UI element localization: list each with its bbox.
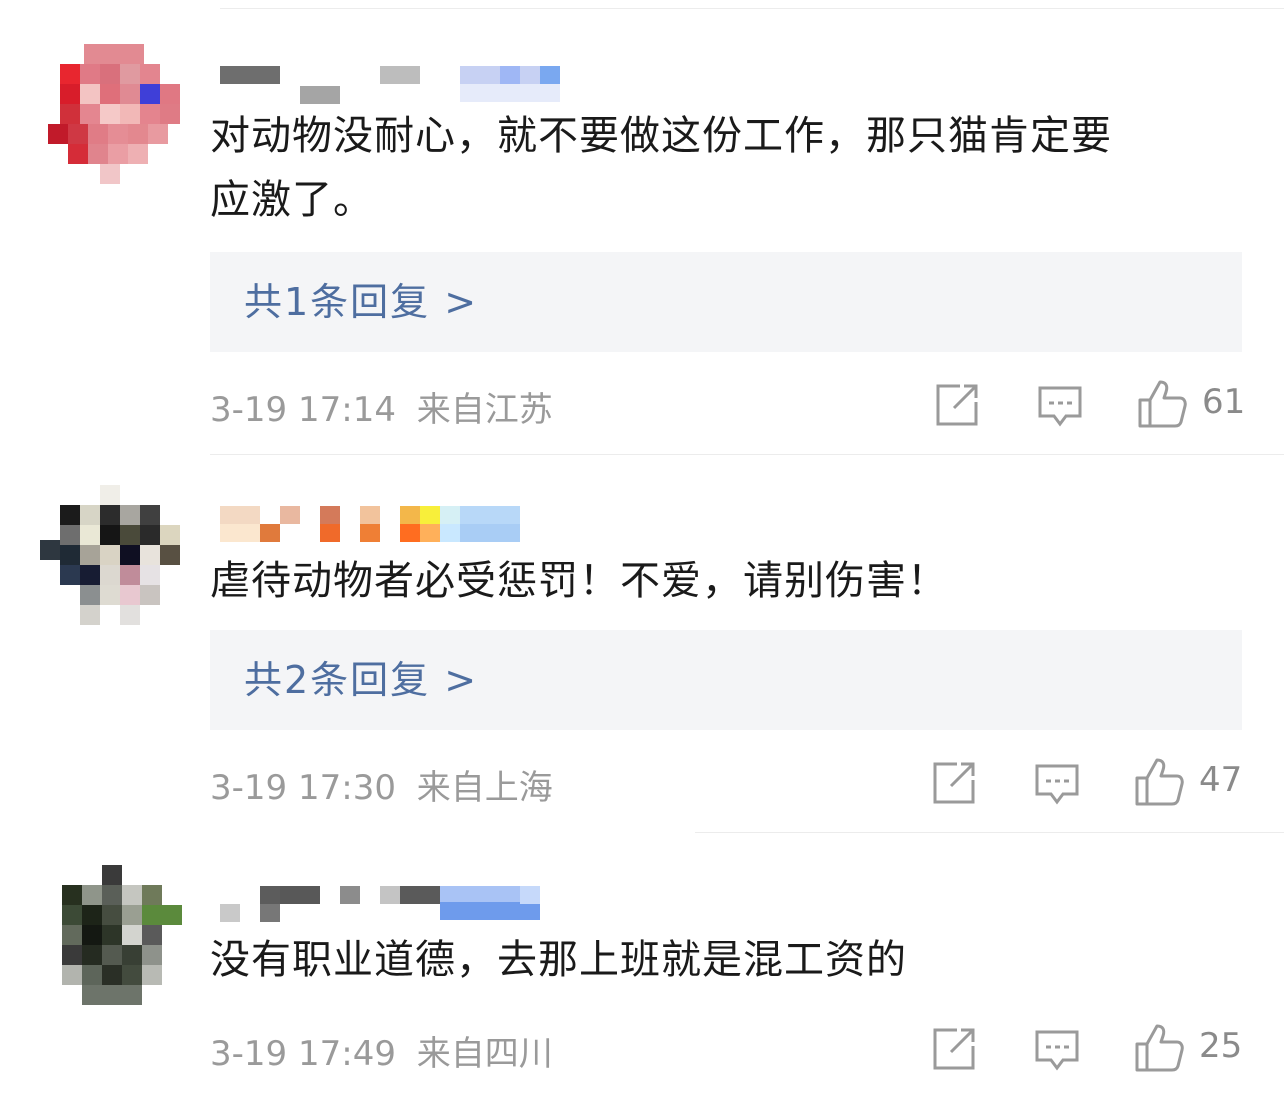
comment-meta: 3-19 17:49 来自四川 bbox=[210, 1026, 553, 1075]
share-icon[interactable] bbox=[927, 754, 983, 810]
divider-top bbox=[220, 8, 1284, 9]
comment-text-line: 虐待动物者必受惩罚！不爱，请别伤害！ bbox=[210, 558, 948, 604]
avatar[interactable] bbox=[42, 865, 182, 1005]
thumbs-up-icon[interactable] bbox=[1131, 754, 1187, 810]
comment-text-line: 没有职业道德，去那上班就是混工资的 bbox=[210, 937, 907, 983]
like-count: 61 bbox=[1202, 382, 1246, 422]
avatar[interactable] bbox=[44, 44, 180, 184]
username-blurred[interactable] bbox=[220, 502, 520, 542]
username-blurred[interactable] bbox=[220, 60, 560, 104]
location: 来自四川 bbox=[416, 1034, 553, 1074]
timestamp: 3-19 17:14 bbox=[210, 390, 396, 430]
reply-thread-link[interactable]: 共2条回复 > bbox=[210, 630, 1242, 730]
reply-count-label: 共2条回复 > bbox=[244, 658, 479, 702]
thumbs-up-icon[interactable] bbox=[1134, 376, 1190, 432]
like-count: 47 bbox=[1199, 760, 1243, 800]
comment-meta: 3-19 17:30 来自上海 bbox=[210, 760, 553, 809]
comment-icon[interactable] bbox=[1029, 1020, 1085, 1076]
avatar[interactable] bbox=[40, 485, 180, 625]
divider bbox=[210, 454, 1284, 455]
share-icon[interactable] bbox=[930, 376, 986, 432]
comment-text-line: 对动物没耐心，就不要做这份工作，那只猫肯定要 bbox=[210, 113, 1112, 159]
username-blurred[interactable] bbox=[220, 882, 540, 922]
reply-thread-link[interactable]: 共1条回复 > bbox=[210, 252, 1242, 352]
comment-icon[interactable] bbox=[1029, 754, 1085, 810]
comment-icon[interactable] bbox=[1032, 376, 1088, 432]
comment-text: 虐待动物者必受惩罚！不爱，请别伤害！ bbox=[210, 549, 948, 613]
thumbs-up-icon[interactable] bbox=[1131, 1020, 1187, 1076]
divider bbox=[695, 832, 1284, 833]
location: 来自上海 bbox=[416, 768, 553, 808]
comment-text-line: 应激了。 bbox=[210, 177, 374, 223]
share-icon[interactable] bbox=[927, 1020, 983, 1076]
reply-count-label: 共1条回复 > bbox=[244, 280, 479, 324]
like-count: 25 bbox=[1199, 1026, 1243, 1066]
comment-text: 没有职业道德，去那上班就是混工资的 bbox=[210, 928, 907, 992]
timestamp: 3-19 17:30 bbox=[210, 768, 396, 808]
location: 来自江苏 bbox=[416, 390, 553, 430]
comment-text: 对动物没耐心，就不要做这份工作，那只猫肯定要 应激了。 bbox=[210, 104, 1112, 232]
timestamp: 3-19 17:49 bbox=[210, 1034, 396, 1074]
comment-meta: 3-19 17:14 来自江苏 bbox=[210, 382, 553, 431]
